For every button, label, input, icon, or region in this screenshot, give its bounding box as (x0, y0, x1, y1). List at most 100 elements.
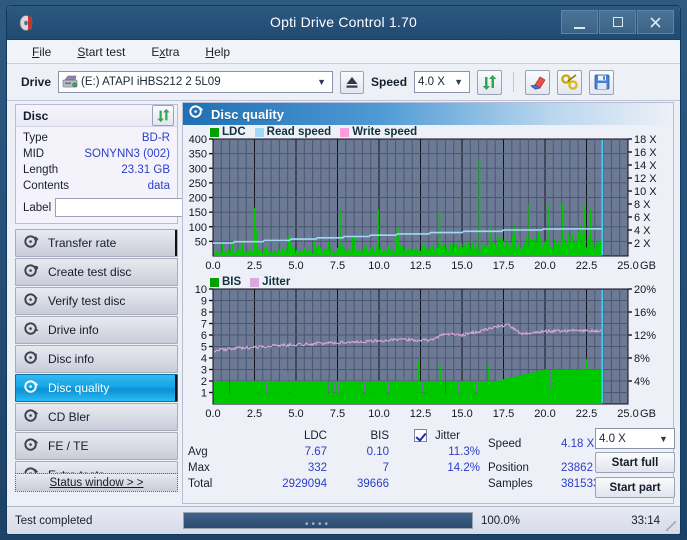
start-full-button[interactable]: Start full (595, 452, 675, 473)
menu-extra[interactable]: Extra (148, 43, 182, 61)
test-speed-value: 4.0 X (599, 433, 655, 445)
tools-button[interactable] (557, 70, 582, 95)
drive-icon (62, 75, 78, 89)
disc-panel-title: Disc (23, 109, 152, 123)
sidebar-item-verify-test-disc[interactable]: Verify test disc (15, 287, 178, 315)
x-axis-tick: 20.0 (534, 260, 555, 272)
statistics-panel: Avg Max Total LDC 7.67 332 2929094 BIS 0… (183, 425, 673, 503)
eject-button[interactable] (340, 71, 364, 94)
y-axis-tick-right: 2 X (634, 238, 651, 250)
y-axis-tick-left: 2 (201, 376, 207, 388)
y-axis-tick-left: 50 (195, 236, 207, 248)
disc-refresh-button[interactable] (152, 105, 174, 126)
stats-bis-max: 7 (333, 462, 389, 474)
y-axis-tick-right: 20% (634, 284, 656, 296)
y-axis-tick-right: 12% (634, 330, 656, 342)
application-window: Opti Drive Control 1.70 File Start test … (6, 5, 681, 535)
eject-icon (345, 76, 359, 89)
sidebar-item-label: Disc info (48, 352, 94, 366)
speed-select[interactable]: 4.0 X ▼ (414, 71, 470, 93)
y-axis-tick-left: 6 (201, 330, 207, 342)
maximize-button[interactable] (599, 10, 636, 34)
x-axis-tick: 17.5 (493, 260, 514, 272)
disc-row-length-key: Length (23, 162, 121, 178)
jitter-checkbox[interactable] (414, 429, 427, 443)
sidebar-item-create-test-disc[interactable]: Create test disc (15, 258, 178, 286)
test-speed-select[interactable]: 4.0 X ▼ (595, 428, 675, 449)
y-axis-tick-left: 10 (195, 284, 207, 296)
sidebar-item-transfer-rate[interactable]: Transfer rate (15, 229, 178, 257)
y-axis-tick-left: 3 (201, 365, 207, 377)
x-axis-tick: 10.0 (368, 408, 389, 420)
x-axis-tick: 22.5 (576, 408, 597, 420)
eraser-icon (529, 74, 547, 90)
sidebar-item-cd-bler[interactable]: CD Bler (15, 403, 178, 431)
chevron-down-icon: ▼ (313, 77, 330, 87)
menu-help[interactable]: Help (202, 43, 233, 61)
sidebar-item-label: Transfer rate (48, 236, 116, 250)
x-axis-tick: 20.0 (534, 408, 555, 420)
disc-icon (24, 234, 39, 252)
y-axis-tick-left: 9 (201, 296, 207, 308)
ldc-read-speed-chart: LDCRead speedWrite speed 501001502002503… (183, 125, 681, 273)
status-window-button[interactable]: Status window > > (15, 473, 178, 492)
save-button[interactable] (589, 70, 614, 95)
drive-select-value: (E:) ATAPI iHBS212 2 5L09 (81, 76, 313, 88)
status-message: Test completed (7, 515, 183, 527)
page-title: Disc quality (211, 107, 284, 122)
bis-jitter-chart: BISJitter 123456789104%8%12%16%20%0.02.5… (183, 273, 681, 421)
disc-icon (24, 408, 39, 426)
sidebar-item-fe-te[interactable]: FE / TE (15, 432, 178, 460)
sidebar-item-disc-quality[interactable]: Disc quality (15, 374, 178, 402)
y-axis-tick-right: 8% (634, 353, 650, 365)
checkbox-icon (414, 429, 427, 442)
erase-button[interactable] (525, 70, 550, 95)
refresh-icon (481, 74, 498, 91)
progress-percent: 100.0% (473, 515, 559, 527)
chevron-down-icon: ▼ (655, 434, 672, 444)
refresh-button[interactable] (477, 70, 502, 95)
x-axis-tick: 22.5 (576, 260, 597, 272)
close-button[interactable] (637, 10, 674, 34)
stats-row-label-max: Max (188, 462, 210, 474)
x-axis-tick: 15.0 (451, 408, 472, 420)
sidebar-item-label: Drive info (48, 323, 99, 337)
samples-value: 381533 (561, 478, 599, 490)
stats-ldc-total: 2929094 (203, 478, 327, 490)
disc-icon (24, 379, 39, 397)
x-axis-tick: 12.5 (410, 408, 431, 420)
y-axis-tick-right: 14 X (634, 160, 657, 172)
menu-file[interactable]: File (29, 43, 54, 61)
drive-label: Drive (21, 75, 51, 89)
x-axis-tick: 15.0 (451, 260, 472, 272)
menu-help-label: elp (214, 45, 230, 59)
menu-extra-label: tra (165, 45, 179, 59)
sidebar-item-drive-info[interactable]: Drive info (15, 316, 178, 344)
menu-bar: File Start test Extra Help (7, 40, 680, 64)
start-part-label: Start part (609, 482, 660, 494)
x-axis-tick: 2.5 (247, 260, 262, 272)
disc-row-mid: MID SONYNN3 (002) (23, 146, 170, 162)
disc-label-key: Label (23, 202, 51, 214)
disc-row-mid-key: MID (23, 146, 84, 162)
title-bar: Opti Drive Control 1.70 (7, 6, 680, 40)
status-window-label: Status window > > (50, 477, 144, 489)
resize-grip[interactable] (666, 521, 676, 531)
tools-icon (561, 74, 579, 90)
speed-result-value: 4.18 X (561, 438, 594, 450)
x-axis-tick: 25.0 (617, 260, 638, 272)
drive-select[interactable]: (E:) ATAPI iHBS212 2 5L09 ▼ (58, 71, 333, 93)
left-panel: Disc Type BD-R MID SONY (15, 104, 178, 502)
minimize-button[interactable] (561, 10, 598, 34)
status-bar: Test completed •••• 100.0% 33:14 (7, 506, 680, 534)
y-axis-tick-left: 5 (201, 342, 207, 354)
stats-row-label-avg: Avg (188, 446, 208, 458)
stats-ldc-max: 332 (267, 462, 327, 474)
disc-row-contents: Contents data (23, 178, 170, 194)
sidebar-item-disc-info[interactable]: Disc info (15, 345, 178, 373)
menu-start-test[interactable]: Start test (74, 43, 128, 61)
y-axis-tick-left: 400 (189, 134, 207, 146)
stats-col-header-bis: BIS (333, 430, 389, 442)
start-part-button[interactable]: Start part (595, 477, 675, 498)
sidebar-item-label: CD Bler (48, 410, 90, 424)
